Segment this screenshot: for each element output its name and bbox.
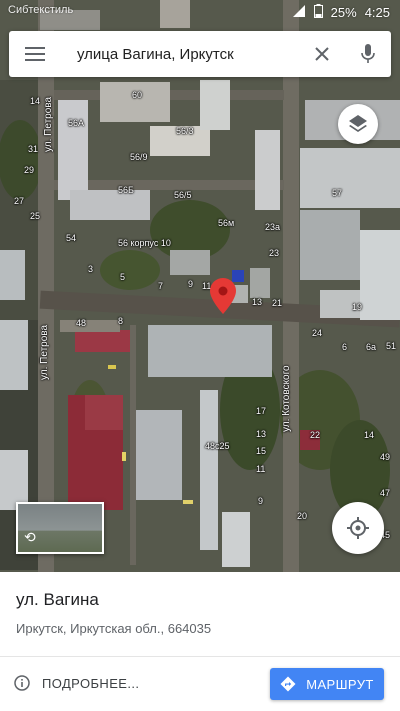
clear-search-button[interactable] [299,31,345,77]
house-number: 19 [352,302,363,312]
info-icon [14,675,30,691]
house-number: 47 [380,488,391,498]
house-number: 29 [24,165,35,175]
menu-button[interactable] [9,31,61,77]
map-view[interactable]: ул. Петрова ул. Петрова ул. Котовского 6… [0,0,400,572]
street-view-thumbnail[interactable]: ⟲ [16,502,104,554]
house-number: 6 [342,342,348,352]
house-number: 25 [30,211,41,221]
more-info-label: ПОДРОБНЕЕ... [42,675,140,691]
hamburger-menu-icon [25,47,45,61]
house-number: 56/5 [174,190,192,200]
house-number: 23 [269,248,280,258]
battery-icon [313,3,323,21]
clock: 4:25 [364,4,390,20]
house-number: 14 [364,430,375,440]
house-number: 56м [218,218,235,228]
signal-icon [292,4,306,21]
my-location-button[interactable] [332,502,384,554]
house-number: 17 [256,406,267,416]
directions-icon [280,676,296,692]
voice-search-button[interactable] [345,31,391,77]
house-number: 51 [386,341,397,351]
house-number: 56/3 [176,126,194,136]
microphone-icon [361,44,375,63]
house-number: 56А [68,118,85,128]
house-number: 20 [297,511,308,521]
battery-level: 25% [330,4,357,20]
house-number: 11 [256,464,266,474]
place-title: ул. Вагина [16,590,99,609]
divider [0,656,400,657]
house-number: 56 корпус 10 [118,238,171,248]
status-bar-top-label: Сибтекстиль [8,4,74,16]
house-number: 13 [256,429,267,439]
house-number: 5 [120,272,126,282]
house-number: 49 [380,452,391,462]
location-pin-icon[interactable] [210,278,236,314]
route-label: МАРШРУТ [306,676,374,692]
house-number: 27 [14,196,25,206]
house-number: 9 [188,279,194,289]
house-number: 15 [256,446,267,456]
rotate-360-icon: ⟲ [24,529,36,545]
place-address: Иркутск, Иркутская обл., 664035 [16,621,212,636]
house-number: 6а [366,342,377,352]
route-button[interactable]: МАРШРУТ [270,668,384,700]
house-number: 56Б [118,185,134,195]
house-number: 23а [265,222,281,232]
location-target-icon [347,517,369,539]
close-icon [315,47,329,61]
house-number: 60 [132,90,143,100]
status-bar: Сибтекстиль 25% 4:25 [0,0,400,24]
layers-button[interactable] [338,104,378,144]
place-bottom-sheet[interactable]: ул. Вагина Иркутск, Иркутская обл., 6640… [0,572,400,711]
house-number: 56/9 [130,152,148,162]
layers-icon [349,115,367,132]
search-bar[interactable]: улица Вагина, Иркутск [9,31,391,77]
house-number: 31 [28,144,39,154]
house-number: 7 [158,281,164,291]
house-number: 21 [272,298,283,308]
more-info-button[interactable]: ПОДРОБНЕЕ... [14,668,139,698]
street-label-petrova-bottom: ул. Петрова [39,324,50,380]
house-number: 3 [88,264,94,274]
house-number: 48 [76,318,87,328]
house-number: 57 [332,188,343,198]
satellite-imagery [0,0,400,572]
house-number: 48с25 [205,441,230,451]
search-input[interactable]: улица Вагина, Иркутск [61,46,299,63]
house-number: 54 [66,233,77,243]
street-label-kotovskogo: ул. Котовского [281,365,292,432]
house-number: 9 [258,496,264,506]
house-number: 24 [312,328,323,338]
house-number: 8 [118,316,124,326]
street-label-petrova-top: ул. Петрова [43,96,54,152]
house-number: 13 [252,297,263,307]
house-number: 22 [310,430,321,440]
house-number: 14 [30,96,41,106]
